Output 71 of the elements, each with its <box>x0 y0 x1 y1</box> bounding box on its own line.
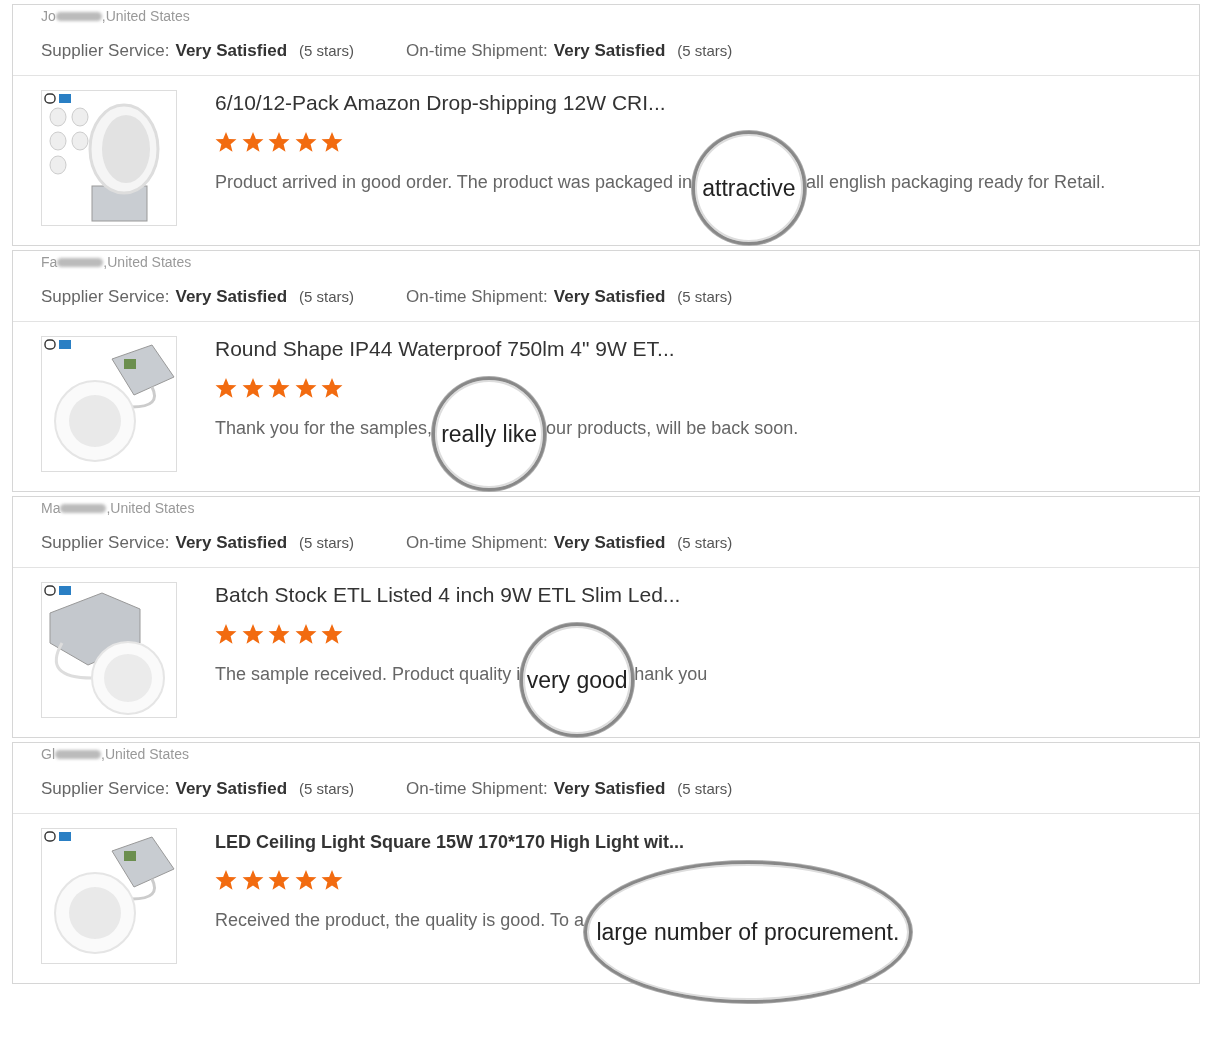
rating-value: Very Satisfied <box>553 41 666 61</box>
rating-count: (5 stars) <box>299 42 355 59</box>
rating-count: (5 stars) <box>677 534 733 551</box>
rating-label: Supplier Service: <box>41 533 170 553</box>
reviewer-location: ,United States <box>101 746 189 762</box>
redacted-name <box>60 503 107 513</box>
star-icon <box>294 869 317 891</box>
star-icon <box>268 869 290 891</box>
magnifier-lens: really like <box>432 377 547 491</box>
rating-value: Very Satisfied <box>175 287 288 307</box>
review-comment: hank you <box>634 663 708 685</box>
star-icon <box>294 623 317 645</box>
rating-label: Supplier Service: <box>41 779 170 799</box>
rating-value: Very Satisfied <box>175 533 288 553</box>
star-icon <box>268 131 290 153</box>
star-icon <box>241 377 264 399</box>
reviewer-name: Fa <box>41 254 58 270</box>
rating-count: (5 stars) <box>299 288 355 305</box>
rating-value: Very Satisfied <box>553 287 666 307</box>
rating-count: (5 stars) <box>677 780 733 797</box>
reviewer-name: Gl <box>41 746 55 762</box>
star-icon <box>294 131 317 153</box>
rating-value: Very Satisfied <box>175 779 288 799</box>
rating-label: Supplier Service: <box>41 287 170 307</box>
reviewer-location: ,United States <box>106 500 195 516</box>
magnifier-lens: large number of procurement. <box>583 861 912 1003</box>
rating-value: Very Satisfied <box>553 779 666 799</box>
star-icon <box>241 131 264 153</box>
rating-value: Very Satisfied <box>553 533 666 553</box>
rating-count: (5 stars) <box>677 42 733 59</box>
magnifier-lens: very good <box>520 623 635 737</box>
rating-count: (5 stars) <box>299 534 355 551</box>
rating-count: (5 stars) <box>299 780 355 797</box>
rating-count: (5 stars) <box>677 288 733 305</box>
star-icon <box>268 377 290 399</box>
star-icon <box>215 623 237 645</box>
redacted-name <box>57 257 104 267</box>
reviewer-location: ,United States <box>103 254 192 270</box>
product-title[interactable]: Batch Stock ETL Listed 4 inch 9W ETL Slim Led... <box>215 583 1171 607</box>
rating-label: On-time Shipment: <box>406 533 548 553</box>
rating-label: On-time Shipment: <box>406 779 548 799</box>
star-icon <box>321 623 343 645</box>
star-icon <box>215 131 237 153</box>
rating-label: On-time Shipment: <box>406 287 548 307</box>
star-icon <box>321 131 343 153</box>
magnifier-lens: attractive <box>691 131 806 245</box>
review-comment: Received the product, the quality is good. To a <box>215 909 584 931</box>
star-icon <box>321 377 343 399</box>
product-title[interactable]: LED Ceiling Light Square 15W 170*170 High Light wit... <box>215 832 1171 853</box>
rating-label: Supplier Service: <box>41 41 170 61</box>
rating-label: On-time Shipment: <box>406 41 548 61</box>
star-icon <box>215 869 237 891</box>
reviewer-name: Ma <box>41 500 61 516</box>
star-icon <box>241 623 264 645</box>
review-comment: The sample received. Product quality i <box>215 663 521 685</box>
product-title[interactable]: Round Shape IP44 Waterproof 750lm 4" 9W ET... <box>215 337 1171 361</box>
reviewer-name: Jo <box>41 8 56 24</box>
redacted-name <box>55 749 101 759</box>
redacted-name <box>55 11 102 21</box>
star-icon <box>294 377 317 399</box>
star-icon <box>321 869 343 891</box>
reviewer-location: ,United States <box>101 8 190 24</box>
review-comment: all english packaging ready for Retail. <box>805 171 1106 193</box>
star-icon <box>215 377 237 399</box>
rating-value: Very Satisfied <box>175 41 288 61</box>
star-icon <box>241 869 264 891</box>
product-title[interactable]: 6/10/12-Pack Amazon Drop-shipping 12W CRI... <box>215 91 1171 115</box>
review-comment: Thank you for the samples, <box>215 417 433 439</box>
star-icon <box>268 623 290 645</box>
review-comment: our products, will be back soon. <box>546 417 799 439</box>
review-comment: Product arrived in good order. The product was packaged in <box>215 171 692 193</box>
